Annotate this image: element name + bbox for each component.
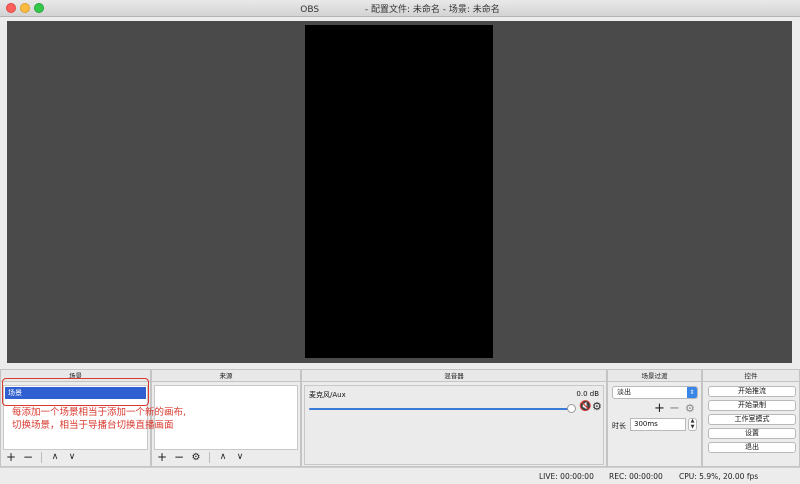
add-scene-button[interactable]: +: [3, 450, 19, 464]
remove-transition-button[interactable]: −: [669, 401, 680, 416]
transition-select[interactable]: 淡出 ⇕: [612, 386, 698, 399]
mixer-panel: 混音器 麦克风/Aux 0.0 dB 🔇 ⚙: [301, 369, 607, 467]
annotation-line-2: 切换场景，相当于导播台切换直播画面: [12, 420, 174, 431]
move-scene-down-button[interactable]: ∨: [64, 450, 80, 464]
mixer-channel-level: 0.0 dB: [576, 390, 599, 398]
scenes-toolbar: + − ∧ ∨: [3, 450, 148, 464]
move-source-up-button[interactable]: ∧: [215, 450, 231, 464]
add-transition-button[interactable]: +: [654, 401, 665, 416]
move-scene-up-button[interactable]: ∧: [47, 450, 63, 464]
volume-slider-handle[interactable]: [567, 404, 576, 413]
controls-header: 控件: [703, 370, 799, 382]
move-source-down-button[interactable]: ∨: [232, 450, 248, 464]
live-timer: LIVE: 00:00:00: [539, 472, 594, 481]
muted-speaker-icon[interactable]: 🔇: [579, 401, 591, 412]
cpu-usage: CPU: 5.9%, 20.00 fps: [679, 472, 759, 481]
source-settings-gear-icon[interactable]: ⚙: [188, 450, 204, 464]
start-streaming-button[interactable]: 开始推流: [708, 386, 796, 397]
start-recording-button[interactable]: 开始录制: [708, 400, 796, 411]
select-arrows-icon: ⇕: [687, 387, 697, 398]
mixer-settings-gear-icon[interactable]: ⚙: [592, 400, 602, 413]
duration-stepper[interactable]: ▲ ▼: [688, 418, 697, 431]
exit-button[interactable]: 退出: [708, 442, 796, 453]
mixer-channel: 麦克风/Aux 0.0 dB 🔇 ⚙: [304, 385, 604, 465]
duration-input[interactable]: 300ms: [630, 418, 686, 431]
rec-timer: REC: 00:00:00: [609, 472, 663, 481]
annotation-line-1: 每添加一个场景相当于添加一个新的画布,: [12, 407, 187, 418]
transitions-header: 场景过渡: [608, 370, 701, 382]
studio-mode-button[interactable]: 工作室模式: [708, 414, 796, 425]
mixer-channel-name: 麦克风/Aux: [309, 391, 346, 399]
remove-scene-button[interactable]: −: [20, 450, 36, 464]
status-bar: LIVE: 00:00:00 REC: 00:00:00 CPU: 5.9%, …: [0, 467, 800, 484]
sources-toolbar: + − ⚙ ∧ ∨: [154, 450, 298, 464]
transition-settings-gear-icon[interactable]: ⚙: [685, 402, 695, 415]
preview-area[interactable]: [7, 21, 792, 363]
remove-source-button[interactable]: −: [171, 450, 187, 464]
sources-header: 来源: [152, 370, 300, 382]
transitions-panel: 场景过渡 淡出 ⇕ + − ⚙ 时长 300ms ▲ ▼: [607, 369, 702, 467]
title-bar: OBS - 配置文件: 未命名 - 场景: 未命名: [0, 0, 800, 17]
settings-button[interactable]: 设置: [708, 428, 796, 439]
toolbar-divider: [41, 451, 42, 463]
controls-panel: 控件 开始推流 开始录制 工作室模式 设置 退出: [702, 369, 800, 467]
annotation-text: 每添加一个场景相当于添加一个新的画布, 切换场景，相当于导播台切换直播画面: [12, 406, 232, 432]
transition-select-value: 淡出: [617, 388, 631, 396]
add-source-button[interactable]: +: [154, 450, 170, 464]
volume-slider-track[interactable]: [309, 408, 571, 410]
preview-canvas[interactable]: [305, 25, 493, 358]
duration-label: 时长: [612, 422, 626, 430]
obs-window: OBS - 配置文件: 未命名 - 场景: 未命名 场景 场景 + − ∧ ∨ …: [0, 0, 800, 484]
toolbar-divider: [209, 451, 210, 463]
window-title: OBS - 配置文件: 未命名 - 场景: 未命名: [300, 5, 500, 15]
mixer-header: 混音器: [302, 370, 606, 382]
annotation-highlight-box: [2, 378, 149, 406]
